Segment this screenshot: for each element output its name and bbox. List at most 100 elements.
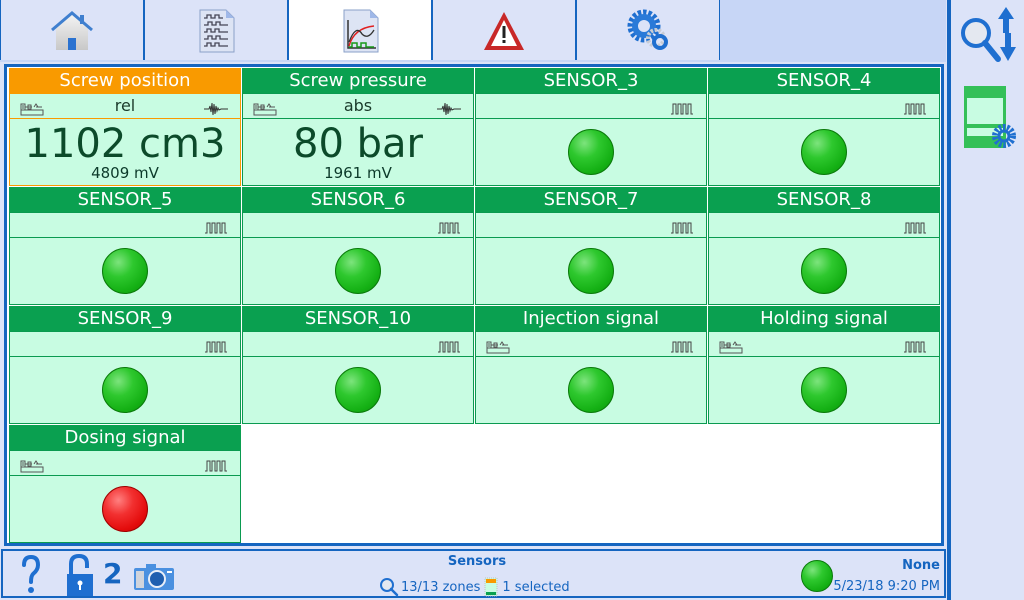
input-module-icon (719, 337, 743, 354)
zone-card[interactable]: SENSOR_3 (475, 68, 707, 186)
zone-value: 80 bar (293, 121, 423, 167)
digital-signal-icon (903, 99, 927, 115)
zone-info-row (9, 212, 241, 237)
zone-value: 1102 cm3 (24, 121, 226, 167)
zone-body (475, 118, 707, 186)
zone-body (9, 475, 241, 543)
digital-signal-icon (670, 218, 694, 234)
zone-title: Injection signal (475, 306, 707, 331)
warning-icon (484, 12, 524, 50)
zone-settings-icon (964, 86, 1016, 148)
status-led-green (335, 367, 381, 413)
zone-info-row: abs (242, 93, 474, 118)
input-module-icon (20, 456, 44, 473)
zone-card[interactable]: SENSOR_8 (708, 187, 940, 305)
zone-raw-value: 1961 mV (324, 164, 392, 182)
document-waves-icon (199, 9, 235, 53)
home-icon (51, 11, 93, 50)
zone-raw-value: 4809 mV (91, 164, 159, 182)
tab-alarms[interactable] (432, 0, 576, 60)
status-led-green (102, 248, 148, 294)
zone-info-row (708, 212, 940, 237)
digital-signal-icon (903, 337, 927, 353)
chart-document-icon (343, 9, 379, 53)
input-module-icon (20, 99, 44, 116)
zone-body: 1102 cm3 4809 mV (9, 118, 241, 186)
zone-title: SENSOR_3 (475, 68, 707, 93)
zoom-sort-icon (961, 7, 1016, 62)
status-led-green (102, 367, 148, 413)
zone-card[interactable]: SENSOR_6 (242, 187, 474, 305)
zone-card[interactable]: SENSOR_5 (9, 187, 241, 305)
zone-body (9, 237, 241, 305)
zone-title: Dosing signal (9, 425, 241, 450)
digital-signal-icon (204, 456, 228, 472)
status-bar: 2 Sensors 13/13 zones 1 selected None 5/… (1, 549, 946, 598)
zone-card[interactable]: Screw pressure abs 80 bar 1961 mV (242, 68, 474, 186)
zone-body: 80 bar 1961 mV (242, 118, 474, 186)
search-icon[interactable] (379, 577, 399, 597)
zone-card[interactable]: Screw position rel 1102 cm3 4809 mV (9, 68, 241, 186)
zone-card[interactable]: SENSOR_10 (242, 306, 474, 424)
zone-title: SENSOR_8 (708, 187, 940, 212)
zone-info-row (475, 93, 707, 118)
analog-signal-icon (437, 99, 461, 116)
status-title: Sensors (447, 554, 507, 569)
zone-title: SENSOR_9 (9, 306, 241, 331)
zone-card[interactable]: SENSOR_9 (9, 306, 241, 424)
zone-mode: rel (114, 96, 136, 115)
zone-title: Holding signal (708, 306, 940, 331)
zones-summary: 13/13 zones 1 selected (379, 577, 570, 597)
zone-info-row (242, 331, 474, 356)
datetime: 5/23/18 9:20 PM (833, 579, 940, 594)
tab-chart[interactable] (288, 0, 432, 60)
zone-info-row (9, 331, 241, 356)
zone-title: Screw position (9, 68, 241, 93)
status-led-green (335, 248, 381, 294)
zone-info-row (475, 331, 707, 356)
tab-data-log[interactable] (144, 0, 288, 60)
analog-signal-icon (204, 99, 228, 116)
camera-icon[interactable] (133, 563, 175, 591)
zoom-sort-button[interactable] (952, 2, 1024, 70)
zone-card[interactable]: SENSOR_7 (475, 187, 707, 305)
digital-signal-icon (437, 218, 461, 234)
tab-settings[interactable] (576, 0, 720, 60)
main-panel: Screw position rel 1102 cm3 4809 mV Screw pr… (1, 62, 946, 547)
status-led-red (102, 486, 148, 532)
status-led (801, 560, 833, 592)
zone-body (708, 237, 940, 305)
app-window: Screw position rel 1102 cm3 4809 mV Screw pr… (0, 0, 1024, 600)
digital-signal-icon (204, 218, 228, 234)
unlocked-padlock-icon[interactable] (65, 554, 95, 598)
zone-body (9, 356, 241, 424)
zone-settings-button[interactable] (952, 80, 1024, 152)
user-level-indicator: 2 (103, 557, 123, 590)
zone-card[interactable]: Dosing signal (9, 425, 241, 543)
zone-card[interactable]: Injection signal (475, 306, 707, 424)
zone-body (242, 237, 474, 305)
zone-body (475, 356, 707, 424)
gears-icon (627, 9, 668, 50)
status-led-green (801, 367, 847, 413)
zone-info-row (9, 450, 241, 475)
selected-count: 1 selected (502, 579, 570, 595)
tab-home[interactable] (0, 0, 144, 60)
zone-card[interactable]: SENSOR_4 (708, 68, 940, 186)
zone-info-row: rel (9, 93, 241, 118)
zones-count: 13/13 zones (401, 579, 481, 595)
digital-signal-icon (670, 99, 694, 115)
status-led-green (568, 367, 614, 413)
zone-info-row (242, 212, 474, 237)
digital-signal-icon (204, 337, 228, 353)
right-sidebar (952, 0, 1024, 600)
zone-title: SENSOR_4 (708, 68, 940, 93)
zones-grid-frame: Screw position rel 1102 cm3 4809 mV Screw pr… (4, 64, 944, 546)
digital-signal-icon (903, 218, 927, 234)
zone-info-row (708, 93, 940, 118)
question-icon[interactable] (21, 555, 41, 595)
zone-body (475, 237, 707, 305)
zone-card[interactable]: Holding signal (708, 306, 940, 424)
alarm-status: None (902, 558, 940, 573)
zone-info-row (708, 331, 940, 356)
